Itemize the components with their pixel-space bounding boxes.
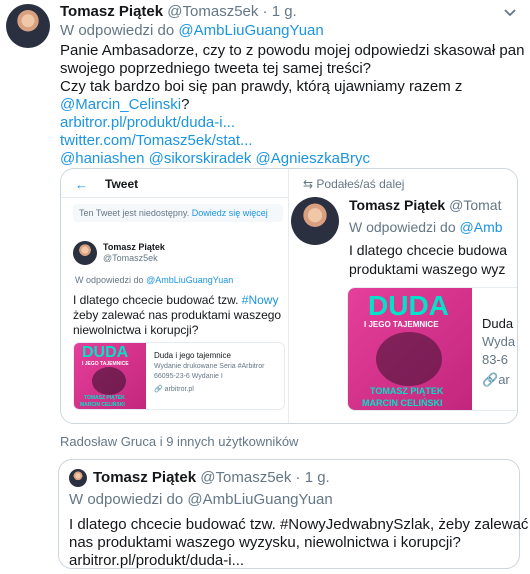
reply-to-link[interactable]: @AmbLiuGuangYuan bbox=[178, 22, 323, 39]
image-hashtag: #Nowy bbox=[241, 293, 279, 307]
image-author-name: Tomasz Piątek bbox=[349, 197, 446, 213]
book-portrait bbox=[92, 367, 126, 395]
chevron-down-icon[interactable] bbox=[502, 4, 518, 20]
image-avatar bbox=[291, 197, 339, 245]
image-header-title: Tweet bbox=[105, 177, 139, 191]
tweet-text-line: Panie Ambasadorze, czy to z powodu mojej… bbox=[60, 42, 525, 59]
quote-avatar bbox=[69, 469, 87, 487]
image-text-line: niewolnictwa i korupcji? bbox=[73, 323, 199, 337]
image-reply-to: @Amb bbox=[459, 219, 503, 235]
image-tweet-text: I dlatego chcecie budowa produktami wasz… bbox=[349, 241, 507, 279]
retweet-context: ⇆ Podałeś/aś dalej bbox=[303, 177, 404, 191]
card-link-text: ar bbox=[498, 372, 510, 387]
quote-reply-context: W odpowiedzi do @AmbLiuGuangYuan bbox=[69, 491, 333, 508]
quote-reply-to: @AmbLiuGuangYuan bbox=[187, 491, 333, 508]
divider bbox=[61, 197, 289, 198]
tweet-header: Tomasz Piątek @Tomasz5ek · 1 g. bbox=[60, 3, 297, 20]
author-avatar[interactable] bbox=[6, 4, 50, 48]
card-title: Duda i jego tajemnice bbox=[154, 351, 231, 360]
book-author: MARCIN CELIŃSKI bbox=[362, 398, 443, 408]
tweet-text-line: @Marcin_Celinski? bbox=[60, 96, 189, 114]
quoted-tweet[interactable]: Tomasz Piątek @Tomasz5ek · 1 g. W odpowi… bbox=[58, 459, 528, 569]
image-author-line: Tomasz Piątek @Tomat bbox=[349, 197, 501, 213]
quote-reply-prefix: W odpowiedzi do bbox=[69, 491, 184, 508]
quote-header: Tomasz Piątek @Tomasz5ek · 1 g. bbox=[93, 469, 330, 486]
image-author-name: Tomasz Piątek bbox=[103, 242, 165, 252]
image-tagged-users[interactable]: Radosław Gruca i 9 innych użytkowników bbox=[60, 434, 298, 449]
image-author-handle: @Tomat bbox=[449, 197, 502, 213]
link-icon: 🔗 bbox=[154, 386, 163, 393]
book-cover: DUDA I JEGO TAJEMNICE TOMASZ PIĄTEK MARC… bbox=[348, 288, 472, 410]
card-desc: Wyda bbox=[482, 334, 516, 349]
card-desc: 83-6 bbox=[482, 352, 509, 367]
article-link[interactable]: arbitror.pl/produkt/duda-i... bbox=[60, 114, 235, 132]
book-author: TOMASZ PIĄTEK bbox=[84, 395, 125, 401]
image-text-line: produktami waszego wyz bbox=[349, 261, 506, 277]
card-title: Duda bbox=[482, 316, 514, 331]
image-reply-prefix: W odpowiedzi do bbox=[75, 275, 144, 285]
image-reply-context: W odpowiedzi do @AmbLiuGuangYuan bbox=[75, 275, 233, 285]
book-subtitle: I JEGO TAJEMNICE bbox=[82, 361, 129, 367]
book-author: TOMASZ PIĄTEK bbox=[370, 386, 444, 396]
image-right-panel: ⇆ Podałeś/aś dalej Tomasz Piątek @Tomat … bbox=[289, 169, 517, 423]
image-left-panel: ← Tweet Ten Tweet jest niedostępny. Dowi… bbox=[61, 169, 289, 423]
quote-author-handle: @Tomasz5ek bbox=[200, 469, 292, 486]
image-text-line: I dlatego chcecie budowa bbox=[349, 242, 507, 258]
tweet-link[interactable]: twitter.com/Tomasz5ek/stat... bbox=[60, 132, 253, 150]
reply-context: W odpowiedzi do @AmbLiuGuangYuan bbox=[60, 22, 324, 39]
card-link-text: arbitror.pl bbox=[164, 386, 194, 393]
book-cover: DUDA I JEGO TAJEMNICE TOMASZ PIĄTEK MARC… bbox=[74, 343, 146, 409]
author-name[interactable]: Tomasz Piątek bbox=[60, 3, 163, 20]
reply-prefix: W odpowiedzi do bbox=[60, 22, 175, 39]
book-portrait bbox=[376, 332, 442, 386]
retweet-label: Podałeś/aś dalej bbox=[316, 177, 405, 191]
quote-text-line: I dlatego chcecie budować tzw. #NowyJedw… bbox=[69, 516, 529, 533]
book-title: DUDA bbox=[368, 290, 449, 321]
book-subtitle: I JEGO TAJEMNICE bbox=[364, 320, 439, 329]
book-title: DUDA bbox=[82, 344, 129, 361]
image-reply-prefix: W odpowiedzi do bbox=[349, 219, 456, 235]
quote-text-line: arbitror.pl/produkt/duda-i... bbox=[69, 552, 245, 569]
mention-tail: ? bbox=[181, 96, 190, 113]
tweet-text-line: swojego poprzedniego tweeta tej samej tr… bbox=[60, 60, 372, 77]
author-handle[interactable]: @Tomasz5ek bbox=[167, 3, 258, 20]
image-reply-context: W odpowiedzi do @Amb bbox=[349, 219, 503, 235]
mention-link[interactable]: @Marcin_Celinski bbox=[60, 96, 181, 113]
unavailable-notice: Ten Tweet jest niedostępny. Dowiedz się … bbox=[79, 208, 268, 218]
learn-more-link: Dowiedz się więcej bbox=[191, 208, 268, 218]
image-text-line: żeby zalewać nas produktami waszego bbox=[73, 308, 282, 322]
quote-text-line: nas produktami waszego wyzysku, niewolni… bbox=[69, 534, 461, 551]
quote-text: I dlatego chcecie budować tzw. #NowyJedw… bbox=[69, 516, 528, 570]
quote-time: · 1 g. bbox=[295, 469, 330, 486]
image-link-card: DUDA I JEGO TAJEMNICE TOMASZ PIĄTEK MARC… bbox=[73, 342, 285, 410]
tweet-text-line: Czy tak bardzo boi się pan prawdy, którą… bbox=[60, 78, 463, 95]
link-icon: 🔗 bbox=[482, 372, 499, 387]
back-arrow-icon: ← bbox=[75, 177, 88, 192]
image-link-card: DUDA I JEGO TAJEMNICE TOMASZ PIĄTEK MARC… bbox=[347, 287, 517, 411]
card-link: 🔗ar bbox=[482, 372, 510, 388]
quote-author-name: Tomasz Piątek bbox=[93, 469, 197, 486]
unavailable-text: Ten Tweet jest niedostępny. bbox=[79, 208, 190, 218]
image-author-handle: @Tomasz5ek bbox=[103, 253, 158, 263]
image-tweet-text: I dlatego chcecie budować tzw. #Nowy żeb… bbox=[73, 293, 281, 338]
card-desc: 66095-23-6 Wydanie I bbox=[154, 373, 223, 380]
image-avatar bbox=[73, 241, 97, 265]
tweet-time[interactable]: · 1 g. bbox=[263, 3, 297, 20]
card-desc: Wydanie drukowane Seria #Arbitror bbox=[154, 363, 265, 370]
tweet-image[interactable]: ← Tweet Ten Tweet jest niedostępny. Dowi… bbox=[60, 168, 518, 424]
image-text-line: I dlatego chcecie budować tzw. bbox=[73, 293, 239, 307]
book-author: MARCIN CELIŃSKI bbox=[80, 402, 125, 408]
image-reply-to: @AmbLiuGuangYuan bbox=[146, 275, 234, 285]
card-link: 🔗 arbitror.pl bbox=[154, 385, 194, 393]
mentions-line[interactable]: @haniashen @sikorskiradek @AgnieszkaBryc bbox=[60, 150, 370, 168]
retweet-icon: ⇆ bbox=[303, 177, 314, 191]
